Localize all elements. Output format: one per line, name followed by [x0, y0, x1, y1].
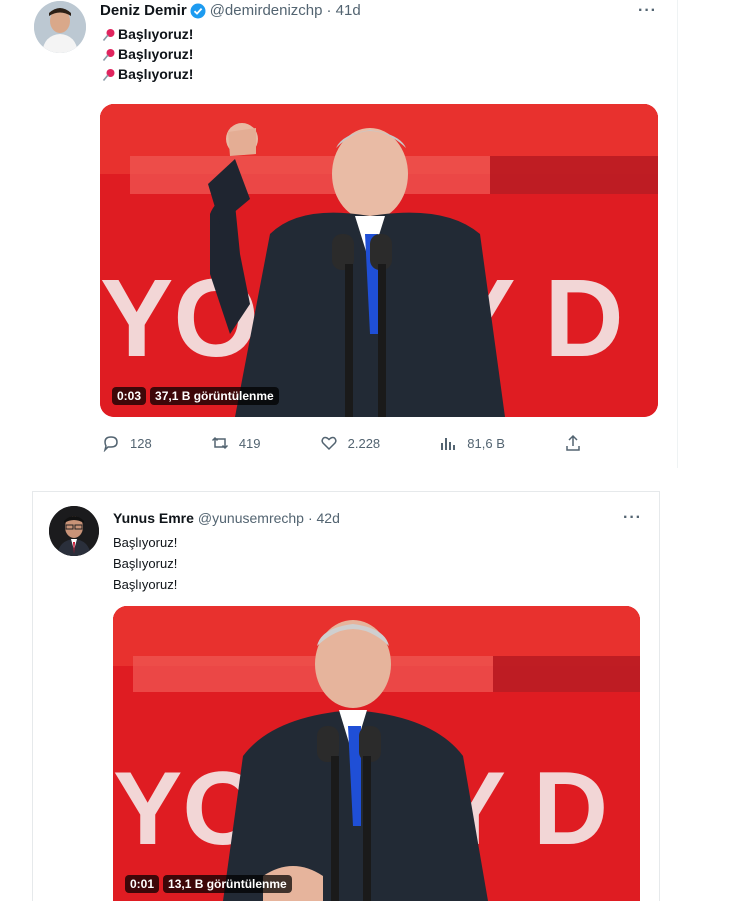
tweet-age[interactable]: · 42d: [308, 510, 340, 526]
more-options-icon[interactable]: ···: [623, 509, 642, 527]
more-options-icon[interactable]: ···: [638, 2, 657, 20]
video-player[interactable]: YOR EY D 0:03 37,1 B görüntülenme: [100, 104, 658, 417]
video-duration: 0:03: [112, 387, 147, 405]
avatar[interactable]: [34, 1, 86, 53]
text-line: Başlıyoruz!: [113, 577, 178, 592]
pushpin-icon: [102, 67, 116, 82]
pushpin-icon: [102, 47, 116, 62]
author-handle[interactable]: @demirdenizchp: [210, 2, 323, 19]
tweet-text: Başlıyoruz! Başlıyoruz! Başlıyoruz!: [113, 532, 177, 595]
tweet-card[interactable]: Deniz Demir @demirdenizchp · 41d ··· Baş…: [22, 0, 678, 468]
share-button[interactable]: [564, 434, 582, 452]
text-line: Başlıyoruz!: [113, 535, 178, 550]
text-line: Başlıyoruz!: [102, 44, 193, 64]
reply-icon: [103, 436, 118, 452]
tweet-card[interactable]: Yunus Emre @yunusemrechp · 42d ··· Başlı…: [32, 491, 660, 901]
text-line: Başlıyoruz!: [102, 64, 193, 84]
reply-button[interactable]: 128: [102, 434, 152, 452]
tweet-text: Başlıyoruz! Başlıyoruz! Başlıyoruz!: [102, 24, 193, 84]
author-handle[interactable]: @yunusemrechp: [198, 510, 304, 526]
like-button[interactable]: 2.228: [320, 434, 381, 452]
reply-count: 128: [130, 435, 152, 451]
text-line: Başlıyoruz!: [102, 24, 193, 44]
views-count: 81,6 B: [467, 435, 505, 451]
analytics-icon: [441, 438, 456, 450]
text-line-content: Başlıyoruz!: [118, 66, 194, 82]
retweet-icon: [211, 436, 228, 450]
retweet-count: 419: [238, 435, 261, 451]
video-frame: YOR EY D: [100, 104, 658, 417]
avatar[interactable]: [49, 506, 99, 556]
share-icon: [566, 434, 580, 451]
video-player[interactable]: YOR EY D 0:01 13,1 B görüntülenme: [113, 606, 640, 901]
text-line-content: Başlıyoruz!: [118, 46, 194, 62]
video-badge: 0:01 13,1 B görüntülenme: [125, 875, 292, 893]
video-frame: YOR EY D: [113, 606, 640, 901]
text-line: Başlıyoruz!: [113, 556, 178, 571]
heart-icon: [321, 436, 337, 451]
video-duration: 0:01: [125, 875, 160, 893]
tweet-age[interactable]: · 41d: [326, 2, 360, 19]
author-name[interactable]: Deniz Demir: [100, 2, 187, 19]
verified-badge-icon: [190, 3, 206, 19]
like-count: 2.228: [347, 435, 381, 451]
tweet-actions: 128 419 2.228 81,6 B: [102, 434, 582, 452]
pushpin-icon: [102, 27, 116, 42]
video-views: 13,1 B görüntülenme: [163, 875, 292, 893]
retweet-button[interactable]: 419: [211, 434, 261, 452]
video-badge: 0:03 37,1 B görüntülenme: [112, 387, 279, 405]
author-name[interactable]: Yunus Emre: [113, 510, 194, 526]
video-views: 37,1 B görüntülenme: [150, 387, 279, 405]
text-line-content: Başlıyoruz!: [118, 26, 194, 42]
views-button[interactable]: 81,6 B: [439, 434, 505, 452]
